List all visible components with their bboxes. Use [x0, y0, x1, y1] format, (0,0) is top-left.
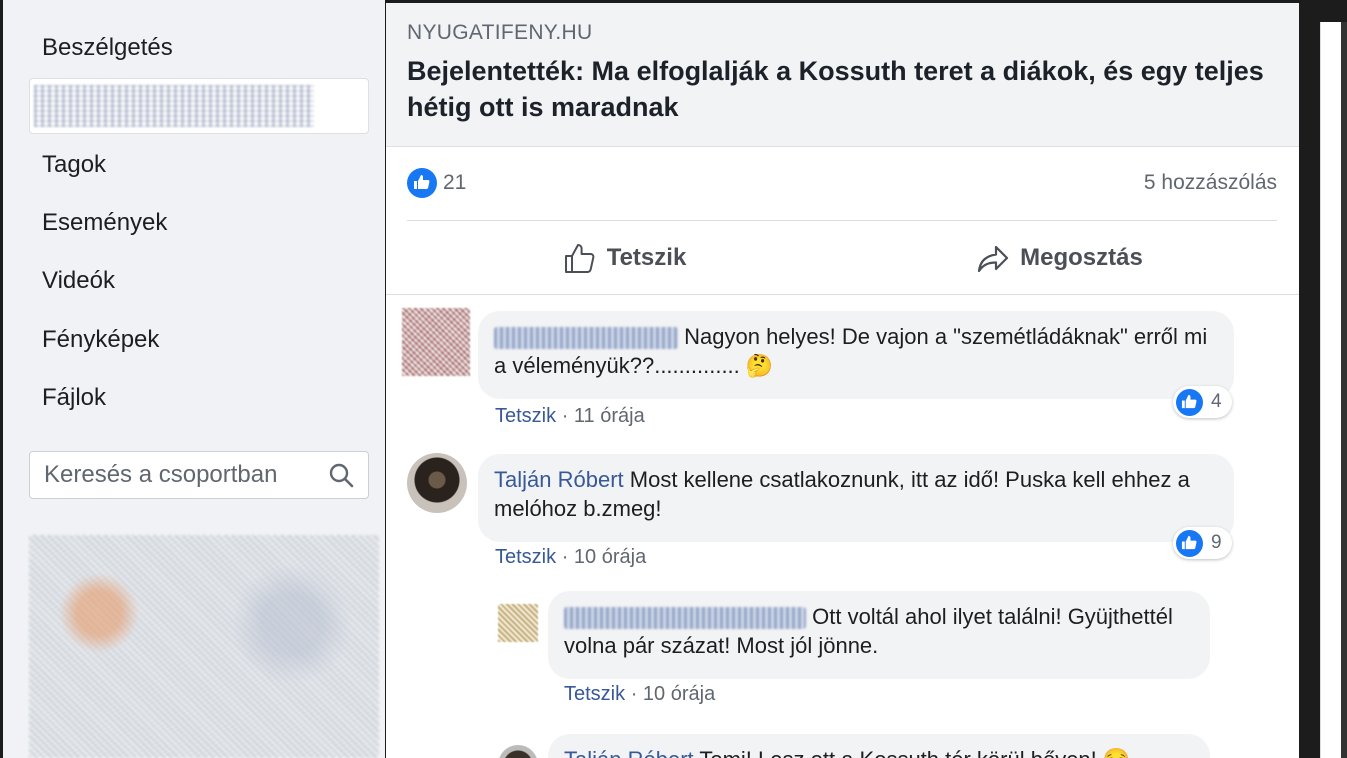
divider [407, 220, 1277, 221]
reply-avatar[interactable] [498, 745, 538, 758]
reply-author-redacted[interactable] [564, 607, 806, 630]
reaction-count: 4 [1211, 391, 1222, 412]
link-preview[interactable]: NYUGATIFENY.HU Bejelentették: Ma elfogla… [386, 3, 1299, 147]
like-count[interactable]: 21 [443, 171, 466, 195]
comment-author[interactable]: Talján Róbert [494, 467, 624, 492]
comment-reactions[interactable]: 9 [1173, 527, 1232, 559]
sidebar-item-discussion[interactable]: Beszélgetés [42, 34, 173, 62]
commenter-avatar[interactable] [407, 453, 467, 513]
comment-like-link[interactable]: Tetszik [495, 546, 556, 568]
like-reaction-icon [1176, 388, 1203, 416]
right-gutter [1299, 0, 1320, 758]
divider [386, 294, 1299, 295]
group-search [29, 451, 369, 499]
group-search-input[interactable] [42, 458, 316, 492]
link-source: NYUGATIFENY.HU [407, 21, 593, 44]
reply-bubble: Talján Róbert Tomi! Lesz ott a Kossuth t… [548, 734, 1210, 758]
sidebar-item-selected-redacted[interactable] [29, 78, 369, 134]
sidebar-item-photos[interactable]: Fényképek [42, 326, 159, 354]
reply-author[interactable]: Talján Róbert [564, 747, 694, 758]
sidebar-item-events[interactable]: Események [42, 209, 167, 237]
like-reaction-icon[interactable] [407, 168, 437, 198]
like-button-label: Tetszik [606, 244, 687, 271]
reply-avatar[interactable] [498, 604, 538, 642]
reply-bubble: Ott voltál ahol ilyet találni! Gyüjthett… [548, 591, 1210, 679]
reaction-count: 9 [1211, 532, 1222, 553]
comment-meta: Tetszik · 11 órája [495, 405, 645, 427]
reply-text: Tomi! Lesz ott a Kossuth tér körül bőven… [699, 747, 1130, 758]
commenter-avatar[interactable] [402, 308, 470, 376]
reply-like-link[interactable]: Tetszik [564, 683, 625, 705]
sidebar-item-members[interactable]: Tagok [42, 151, 106, 179]
redacted-image [29, 535, 379, 758]
post-card: NYUGATIFENY.HU Bejelentették: Ma elfogla… [386, 3, 1299, 758]
right-scrollbar[interactable] [1341, 22, 1347, 758]
share-arrow-icon [978, 245, 1009, 273]
link-headline[interactable]: Bejelentették: Ma elfoglalják a Kossuth … [407, 53, 1277, 125]
comment-meta: Tetszik · 10 órája [495, 546, 647, 568]
redacted-text [34, 85, 314, 127]
post-stats: 21 5 hozzászólás [407, 168, 1277, 198]
share-button-label: Megosztás [1020, 244, 1143, 271]
thumbs-up-icon [564, 244, 595, 273]
reply-timestamp[interactable]: 10 órája [643, 683, 715, 705]
sidebar-item-files[interactable]: Fájlok [42, 384, 106, 412]
comment-count[interactable]: 5 hozzászólás [1144, 171, 1277, 195]
like-button[interactable]: Tetszik [407, 229, 842, 287]
sidebar-item-videos[interactable]: Videók [42, 267, 115, 295]
comment-author-redacted[interactable] [494, 327, 678, 350]
group-sidebar: Beszélgetés Tagok Események Videók Fényk… [3, 0, 385, 758]
comment-timestamp[interactable]: 10 órája [574, 546, 646, 568]
comment-bubble: Nagyon helyes! De vajon a "szemétládákna… [478, 311, 1234, 399]
search-icon[interactable] [328, 462, 354, 488]
comment-timestamp[interactable]: 11 órája [574, 405, 645, 427]
like-reaction-icon [1176, 529, 1203, 557]
comment-like-link[interactable]: Tetszik [495, 405, 556, 427]
post-actions: Tetszik Megosztás [407, 229, 1277, 287]
comment-bubble: Talján Róbert Most kellene csatlakoznunk… [478, 454, 1234, 542]
reply-meta: Tetszik · 10 órája [564, 683, 716, 705]
comment-reactions[interactable]: 4 [1173, 386, 1232, 418]
share-button[interactable]: Megosztás [842, 229, 1277, 287]
